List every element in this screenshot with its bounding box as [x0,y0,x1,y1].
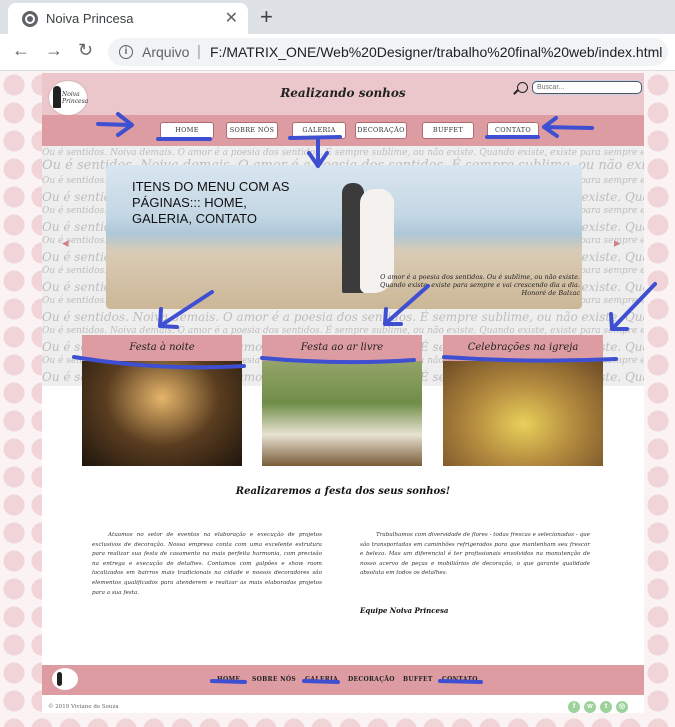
menu-galeria[interactable]: GALERIA [292,122,346,139]
footer-link-buffet[interactable]: BUFFET [403,676,433,683]
search-input[interactable] [532,81,642,94]
footer-link-home[interactable]: HOME [217,676,240,683]
feature-title: Festa à noite [82,335,242,361]
footer-link-galeria[interactable]: GALERIA [305,676,338,683]
hero-banner: ITENS DO MENU COM AS PÁGINAS::: HOME, GA… [106,165,582,309]
forward-icon[interactable]: → [45,40,63,61]
facebook-icon[interactable]: f [568,701,580,713]
info-icon[interactable]: i [119,45,133,59]
back-icon[interactable]: ← [12,40,30,61]
feature-card-church[interactable]: Celebrações na igreja [443,335,603,466]
footer-link-sobre-nos[interactable]: SOBRE NÓS [252,676,296,683]
browser-toolbar: ← → ↻ i Arquivo | F:/MATRIX_ONE/Web%20De… [0,34,675,71]
feature-title: Festa ao ar livre [262,335,422,361]
site-container: Noiva Princesa Realizando sonhos HOME SO… [42,73,644,713]
address-bar[interactable]: i Arquivo | F:/MATRIX_ONE/Web%20Designer… [108,38,668,66]
site-header: Noiva Princesa Realizando sonhos [42,73,644,116]
tab-title: Noiva Princesa [46,11,134,26]
feature-title: Celebrações na igreja [443,335,603,361]
annotation-note: ITENS DO MENU COM AS PÁGINAS::: HOME, GA… [132,179,290,226]
page-viewport: Noiva Princesa Realizando sonhos HOME SO… [0,71,675,727]
background-script-text: Ou é sentidos. Noiva demais. O amor é a … [42,148,644,158]
outdoor-party-photo [262,361,422,466]
footer-logo[interactable] [52,668,78,690]
about-paragraph: Atuamos no setor de eventos na elaboraçã… [92,532,322,596]
menu-sobre-nos[interactable]: SOBRE NÓS [226,122,278,139]
footer-link-contato[interactable]: CONTATO [442,676,478,683]
close-tab-icon[interactable]: ✕ [225,8,238,28]
footer-link-decoracao[interactable]: DECORAÇÃO [348,676,395,683]
globe-icon [22,11,38,27]
menu-contato[interactable]: CONTATO [487,122,539,139]
feature-card-outdoor[interactable]: Festa ao ar livre [262,335,422,466]
footer-menu: HOME SOBRE NÓS GALERIA DECORAÇÃO BUFFET … [42,665,644,695]
copyright-text: © 2019 Viviane de Souza [48,704,119,710]
night-party-photo [82,361,242,466]
carousel-next-icon[interactable]: ▸ [614,235,621,251]
browser-tab-bar: Noiva Princesa ✕ + [0,0,675,34]
search-icon[interactable] [517,82,528,93]
carousel-prev-icon[interactable]: ◂ [62,235,69,251]
new-tab-icon[interactable]: + [260,4,273,30]
address-url[interactable]: F:/MATRIX_ONE/Web%20Designer/trabalho%20… [210,44,662,60]
reload-icon[interactable]: ↻ [78,40,93,61]
content-title: Realizaremos a festa dos seus sonhos! [235,486,451,497]
address-separator: | [197,43,201,60]
address-scheme-label: Arquivo [142,44,190,60]
browser-tab[interactable]: Noiva Princesa ✕ [8,3,248,34]
menu-buffet[interactable]: BUFFET [422,122,474,139]
team-signature: Equipe Noiva Princesa [360,606,449,615]
flowers-paragraph: Trabalhamos com diversidade de flores - … [360,532,590,577]
menu-home[interactable]: HOME [160,122,214,139]
instagram-icon[interactable]: ◎ [616,701,628,713]
twitter-icon[interactable]: t [600,701,612,713]
background-script-text: Ou é sentidos. Noiva demais. O amor é a … [42,310,644,324]
menu-decoracao[interactable]: DECORAÇÃO [355,122,407,139]
church-photo [443,361,603,466]
main-menu: HOME SOBRE NÓS GALERIA DECORAÇÃO BUFFET … [42,115,644,146]
banner-quote: O amor é a poesia dos sentidos. Ou é sub… [380,273,580,297]
whatsapp-icon[interactable]: w [584,701,596,713]
feature-card-night[interactable]: Festa à noite [82,335,242,466]
